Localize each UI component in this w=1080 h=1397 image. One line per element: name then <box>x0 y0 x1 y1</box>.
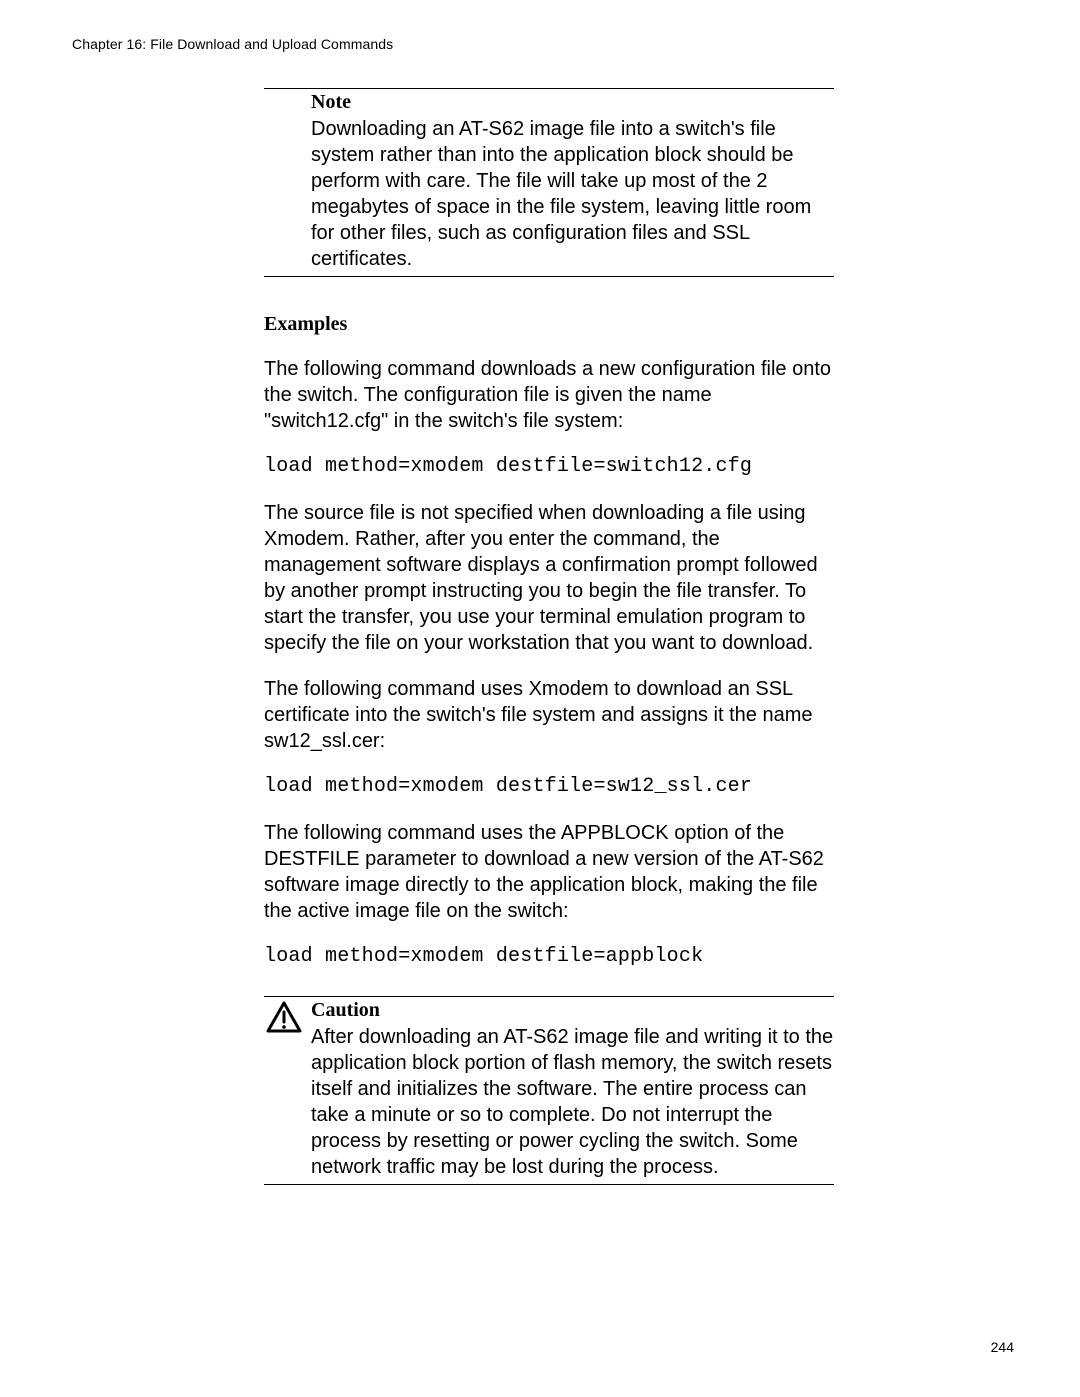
chapter-line: Chapter 16: File Download and Upload Com… <box>72 36 393 52</box>
examples-p3: The following command uses Xmodem to dow… <box>264 676 834 754</box>
examples-p2: The source file is not specified when do… <box>264 500 834 656</box>
examples-code2: load method=xmodem destfile=sw12_ssl.cer <box>264 774 834 800</box>
caution-body: After downloading an AT-S62 image file a… <box>311 1024 834 1184</box>
warning-icon <box>266 1001 302 1033</box>
page-header: Chapter 16: File Download and Upload Com… <box>72 36 393 52</box>
note-block: Note Downloading an AT-S62 image file in… <box>264 88 834 277</box>
page-content: Note Downloading an AT-S62 image file in… <box>264 88 834 1185</box>
caution-block: Caution After downloading an AT-S62 imag… <box>264 996 834 1185</box>
page-number: 244 <box>991 1339 1014 1355</box>
examples-heading: Examples <box>264 313 834 336</box>
note-body: Downloading an AT-S62 image file into a … <box>311 116 834 276</box>
caution-title: Caution <box>311 999 834 1022</box>
examples-p1: The following command downloads a new co… <box>264 356 834 434</box>
examples-code1: load method=xmodem destfile=switch12.cfg <box>264 454 834 480</box>
note-title: Note <box>311 91 834 114</box>
examples-p4: The following command uses the APPBLOCK … <box>264 820 834 924</box>
examples-code3: load method=xmodem destfile=appblock <box>264 944 834 970</box>
